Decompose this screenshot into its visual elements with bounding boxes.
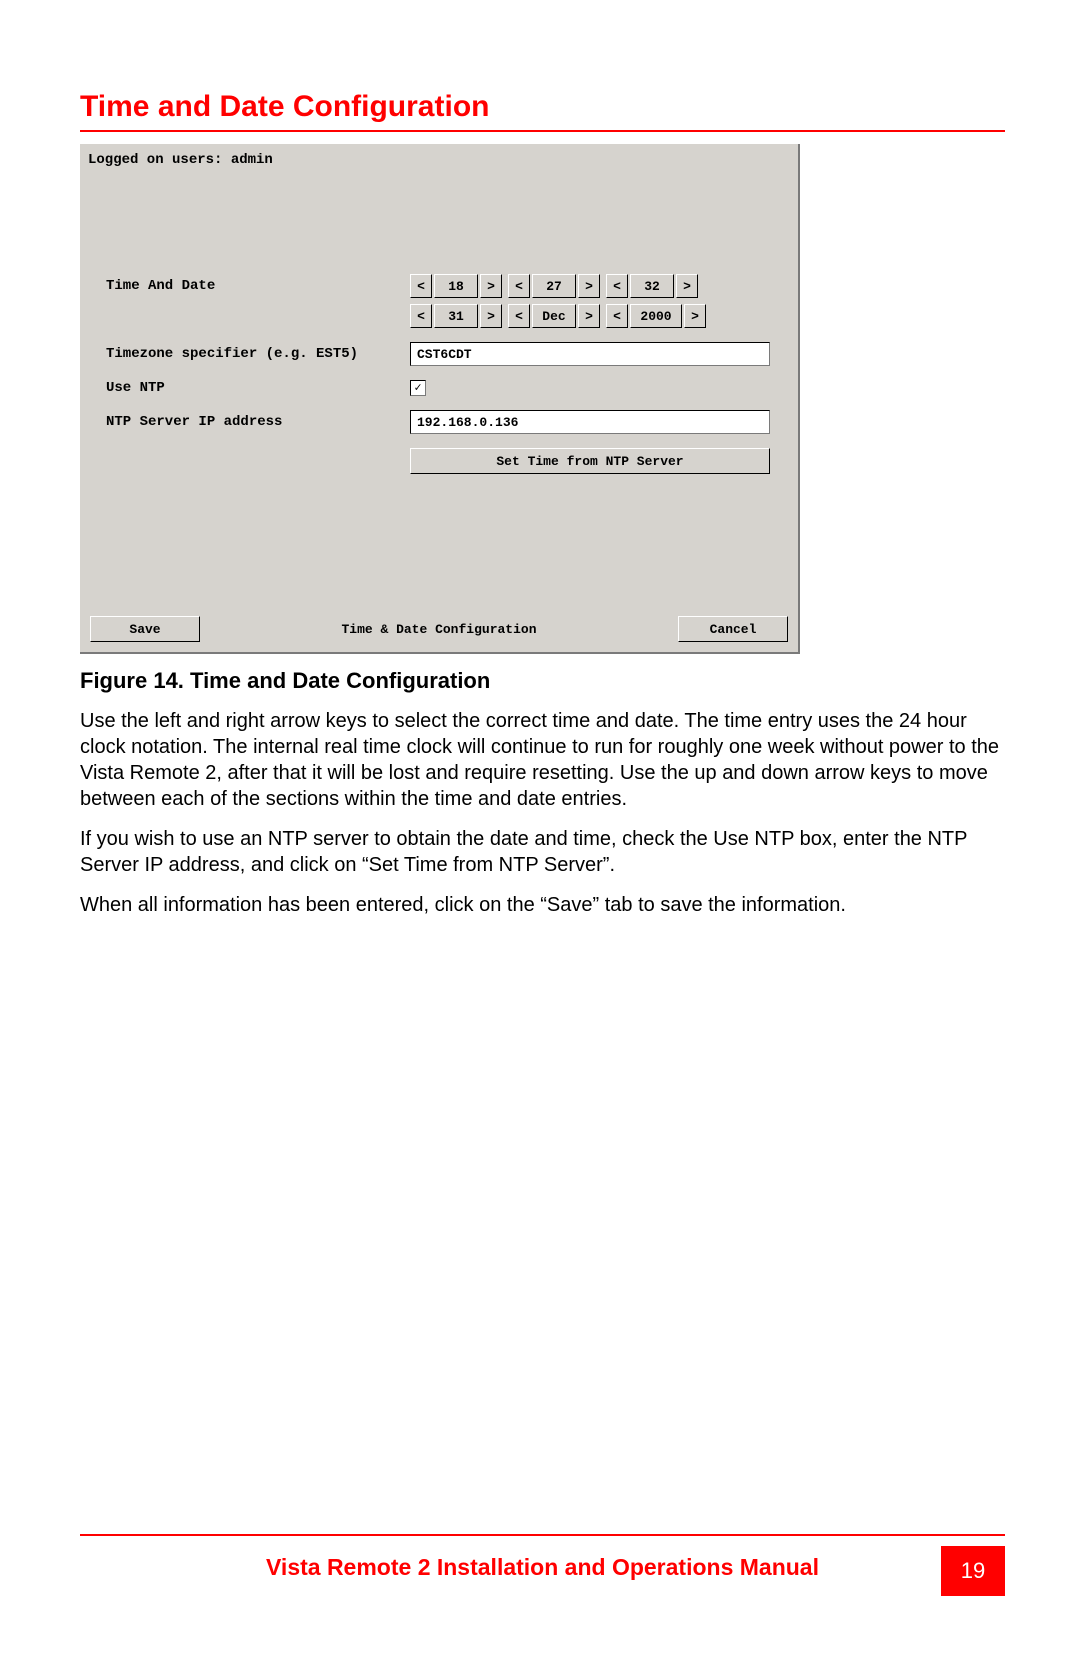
figure-caption: Figure 14. Time and Date Configuration [80,668,1005,694]
cancel-button[interactable]: Cancel [678,616,788,642]
set-time-ntp-button[interactable]: Set Time from NTP Server [410,448,770,474]
month-value[interactable]: Dec [532,304,576,328]
config-dialog: Logged on users: admin Time And Date < 1… [80,144,800,654]
minute-decrement[interactable]: < [508,274,530,298]
year-increment[interactable]: > [684,304,706,328]
ntp-ip-input[interactable] [410,410,770,434]
dialog-title: Time & Date Configuration [200,622,678,637]
second-increment[interactable]: > [676,274,698,298]
minute-value[interactable]: 27 [532,274,576,298]
hour-increment[interactable]: > [480,274,502,298]
month-decrement[interactable]: < [508,304,530,328]
page-number: 19 [941,1546,1005,1596]
paragraph-2: If you wish to use an NTP server to obta… [80,826,1000,878]
second-value[interactable]: 32 [630,274,674,298]
hour-value[interactable]: 18 [434,274,478,298]
day-increment[interactable]: > [480,304,502,328]
day-decrement[interactable]: < [410,304,432,328]
use-ntp-label: Use NTP [100,380,410,396]
paragraph-3: When all information has been entered, c… [80,892,1000,918]
timezone-input[interactable] [410,342,770,366]
logged-on-users: Logged on users: admin [88,152,273,168]
ntp-ip-label: NTP Server IP address [100,414,410,430]
second-decrement[interactable]: < [606,274,628,298]
footer-title: Vista Remote 2 Installation and Operatio… [80,1554,1005,1581]
day-value[interactable]: 31 [434,304,478,328]
time-spinner-row: < 18 > < 27 > < 32 > [410,274,698,298]
minute-increment[interactable]: > [578,274,600,298]
date-spinner-row: < 31 > < Dec > < 2000 > [410,304,706,328]
year-value[interactable]: 2000 [630,304,682,328]
year-decrement[interactable]: < [606,304,628,328]
timezone-label: Timezone specifier (e.g. EST5) [100,346,410,362]
page-title: Time and Date Configuration [80,90,1005,132]
time-date-label: Time And Date [100,278,410,294]
hour-decrement[interactable]: < [410,274,432,298]
page-footer: Vista Remote 2 Installation and Operatio… [80,1534,1005,1581]
month-increment[interactable]: > [578,304,600,328]
paragraph-1: Use the left and right arrow keys to sel… [80,708,1000,812]
use-ntp-checkbox[interactable]: ✓ [410,380,426,396]
save-button[interactable]: Save [90,616,200,642]
